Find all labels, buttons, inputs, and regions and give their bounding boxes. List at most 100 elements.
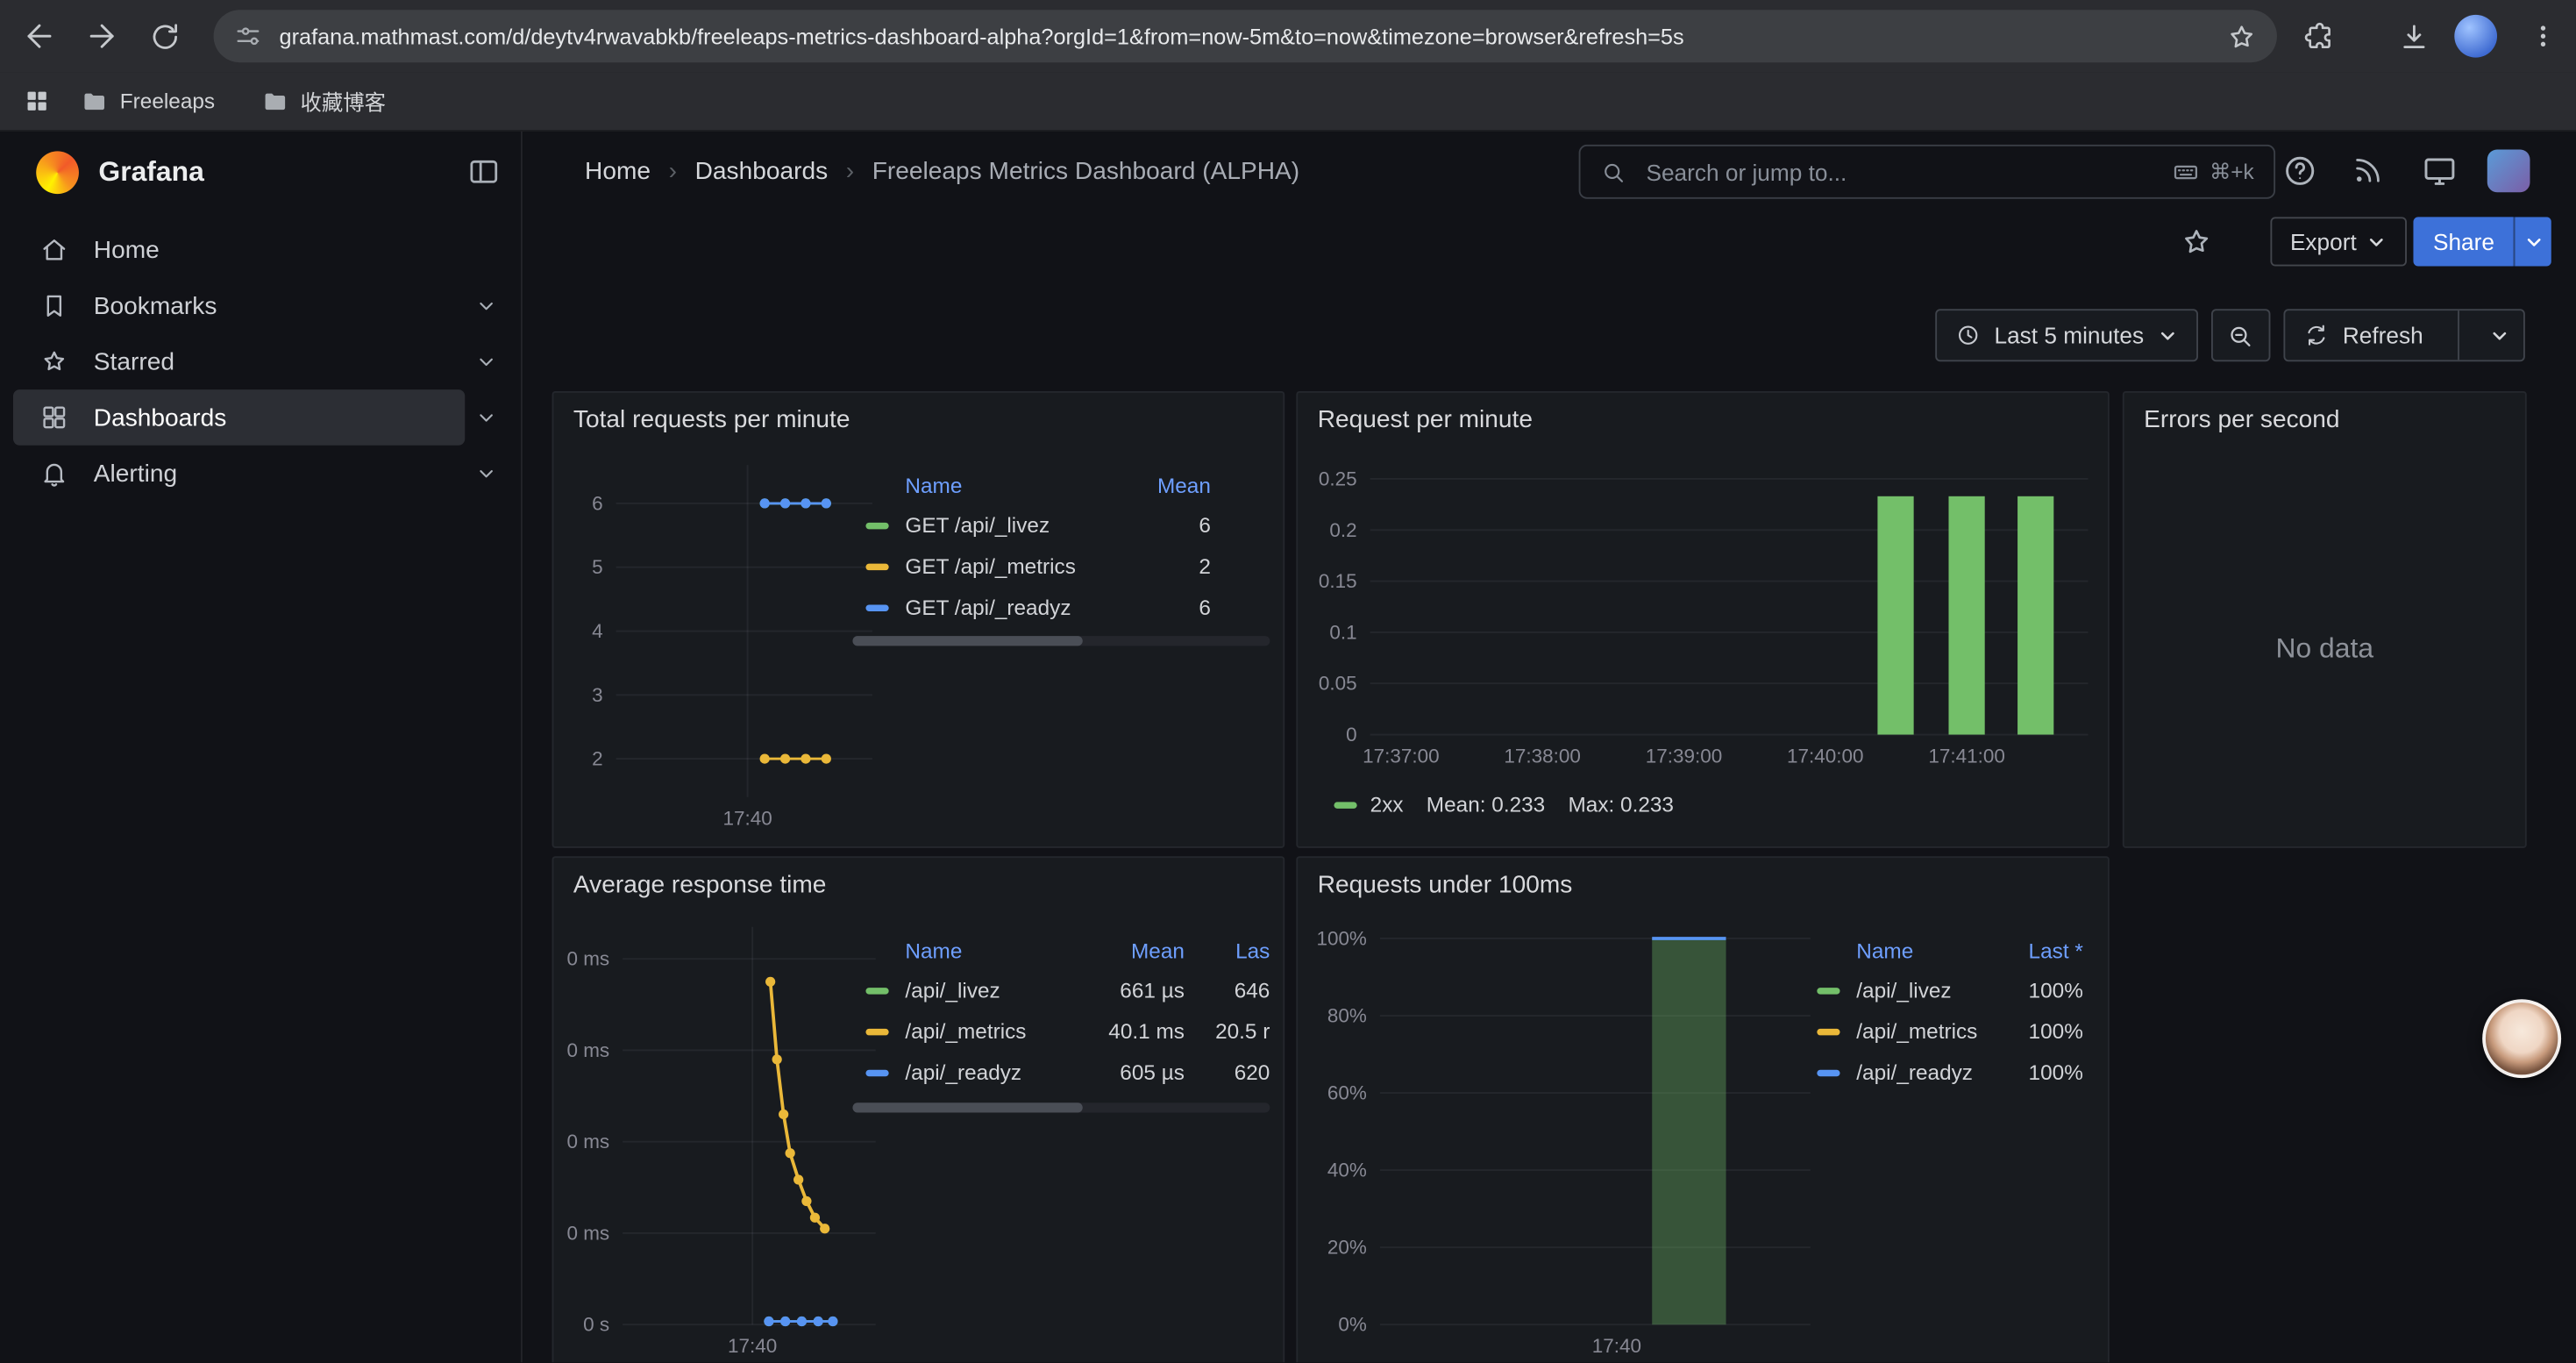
- zoom-out-button[interactable]: [2211, 309, 2270, 361]
- svg-text:0 s: 0 s: [583, 1314, 609, 1336]
- sidebar-item-starred[interactable]: Starred: [0, 333, 523, 389]
- scrollbar-thumb[interactable]: [852, 1103, 1082, 1112]
- share-dropdown-caret[interactable]: [2514, 217, 2551, 266]
- legend-row: GET /api/_readyz 6: [852, 587, 1270, 628]
- downloads-icon[interactable]: [2394, 17, 2433, 56]
- legend-row: /api/_readyz 100%: [1814, 1052, 2090, 1093]
- sidebar-item-dashboards[interactable]: Dashboards: [13, 389, 465, 446]
- sidebar-item-alerting[interactable]: Alerting: [0, 446, 523, 502]
- search-input[interactable]: [1643, 157, 2172, 187]
- rss-icon[interactable]: [2351, 153, 2387, 189]
- svg-text:80%: 80%: [1327, 1005, 1367, 1027]
- series-swatch: [865, 563, 888, 569]
- sidebar-nav: Home Bookmarks Starred Dashboards Alerti…: [0, 222, 523, 502]
- series-swatch: [1817, 1069, 1839, 1075]
- help-icon[interactable]: [2282, 153, 2318, 189]
- column-header-last[interactable]: Last *: [1988, 938, 2083, 962]
- panel-errors-per-second: Errors per second No data: [2123, 391, 2527, 848]
- sidebar-item-home[interactable]: Home: [0, 222, 523, 278]
- bookmark-star-icon[interactable]: [2226, 20, 2258, 52]
- monitor-icon[interactable]: [2422, 153, 2458, 189]
- breadcrumb-dashboards[interactable]: Dashboards: [695, 157, 829, 185]
- chevron-down-icon[interactable]: [473, 460, 500, 487]
- legend-mean: Mean: 0.233: [1427, 792, 1545, 817]
- menu-kebab-icon[interactable]: [2523, 17, 2563, 56]
- svg-text:17:40: 17:40: [1592, 1335, 1641, 1357]
- svg-text:17:40:00: 17:40:00: [1787, 745, 1863, 767]
- chart-total-requests[interactable]: 6543217:40: [566, 449, 882, 840]
- panel-total-requests: Total requests per minute 6543217:40 Nam…: [552, 391, 1285, 848]
- extensions-icon[interactable]: [2300, 17, 2339, 56]
- refresh-button[interactable]: Refresh: [2285, 310, 2441, 360]
- legend-row: GET /api/_livez 6: [852, 504, 1270, 546]
- legend-max: Max: 0.233: [1568, 792, 1674, 817]
- legend-item[interactable]: 2xx: [1334, 792, 1403, 817]
- series-swatch: [1334, 801, 1356, 807]
- panel-title[interactable]: Errors per second: [2144, 406, 2339, 434]
- column-header-name[interactable]: Name: [1814, 938, 1989, 962]
- reload-button[interactable]: [145, 17, 184, 56]
- svg-text:0.25: 0.25: [1319, 467, 1357, 489]
- series-name[interactable]: GET /api/_metrics: [852, 553, 1119, 578]
- assistant-avatar[interactable]: [2482, 999, 2561, 1078]
- share-button[interactable]: Share: [2413, 217, 2514, 266]
- screen: grafana.mathmast.com/d/deytv4rwavabkb/fr…: [0, 0, 2576, 1362]
- panel-under-100ms: Requests under 100ms 100%80%60%40%20%0%1…: [1296, 856, 2109, 1362]
- breadcrumb-home[interactable]: Home: [585, 157, 651, 185]
- chevron-down-icon[interactable]: [473, 293, 500, 319]
- series-last: 20.5 r: [1185, 1019, 1270, 1044]
- breadcrumb-separator: ›: [846, 157, 854, 185]
- column-header-name[interactable]: Name: [852, 938, 1069, 962]
- series-mean: 605 µs: [1070, 1060, 1185, 1085]
- refresh-interval-caret[interactable]: [2476, 310, 2523, 360]
- profile-avatar[interactable]: [2454, 15, 2497, 58]
- chart-request-per-minute[interactable]: 0.250.20.150.10.05017:37:0017:38:0017:39…: [1311, 449, 2098, 778]
- svg-text:60%: 60%: [1327, 1082, 1367, 1104]
- legend-row: /api/_metrics 40.1 ms 20.5 r: [852, 1010, 1270, 1052]
- forward-button[interactable]: [82, 17, 122, 56]
- chevron-down-icon[interactable]: [473, 348, 500, 375]
- sidebar-item-bookmarks[interactable]: Bookmarks: [0, 278, 523, 334]
- series-name[interactable]: GET /api/_readyz: [852, 595, 1119, 619]
- series-swatch: [1817, 987, 1839, 993]
- chevron-down-icon[interactable]: [473, 404, 500, 431]
- search-icon: [1600, 159, 1626, 185]
- bookmark-folder-blogs[interactable]: 收藏博客: [261, 85, 386, 117]
- table-scrollbar[interactable]: [852, 1103, 1270, 1112]
- favorite-star-icon[interactable]: [2180, 225, 2212, 258]
- back-button[interactable]: [19, 17, 59, 56]
- legend: 2xx Mean: 0.233 Max: 0.233: [1334, 792, 1674, 817]
- panel-title[interactable]: Total requests per minute: [573, 406, 850, 434]
- url-text[interactable]: grafana.mathmast.com/d/deytv4rwavabkb/fr…: [280, 24, 2226, 48]
- svg-text:60 ms: 60 ms: [566, 1039, 609, 1061]
- bookmark-folder-freeleaps[interactable]: Freeleaps: [81, 87, 215, 115]
- panel-title[interactable]: Request per minute: [1318, 406, 1533, 434]
- series-last: 100%: [1988, 978, 2083, 1003]
- user-avatar[interactable]: [2487, 150, 2530, 193]
- panel-title[interactable]: Average response time: [573, 871, 827, 899]
- apps-grid-icon[interactable]: [23, 87, 51, 115]
- panel-title[interactable]: Requests under 100ms: [1318, 871, 1573, 899]
- sidebar-toggle-icon[interactable]: [466, 154, 501, 189]
- site-settings-icon[interactable]: [233, 21, 263, 51]
- chart-avg-response-time[interactable]: 80 ms60 ms40 ms20 ms0 s17:40: [566, 914, 882, 1363]
- dashboard-toolbar: Last 5 minutes Refresh: [1935, 309, 2525, 361]
- series-swatch: [865, 522, 888, 528]
- export-button[interactable]: Export: [2270, 217, 2407, 266]
- column-header-name[interactable]: Name: [852, 473, 1119, 497]
- column-header-mean[interactable]: Mean: [1119, 473, 1211, 497]
- series-name[interactable]: GET /api/_livez: [852, 513, 1119, 538]
- time-range-picker[interactable]: Last 5 minutes: [1935, 309, 2198, 361]
- column-header-last[interactable]: Las: [1185, 938, 1270, 962]
- series-swatch: [865, 1069, 888, 1075]
- series-mean: 6: [1119, 595, 1211, 619]
- svg-text:17:38:00: 17:38:00: [1504, 745, 1580, 767]
- grafana-logo[interactable]: [36, 151, 79, 194]
- svg-text:6: 6: [592, 492, 603, 514]
- clock-icon: [1955, 322, 1982, 348]
- url-bar[interactable]: grafana.mathmast.com/d/deytv4rwavabkb/fr…: [214, 10, 2277, 62]
- scrollbar-thumb[interactable]: [852, 636, 1082, 646]
- chart-under-100ms[interactable]: 100%80%60%40%20%0%17:40: [1311, 914, 1820, 1363]
- table-scrollbar[interactable]: [852, 636, 1270, 646]
- column-header-mean[interactable]: Mean: [1070, 938, 1185, 962]
